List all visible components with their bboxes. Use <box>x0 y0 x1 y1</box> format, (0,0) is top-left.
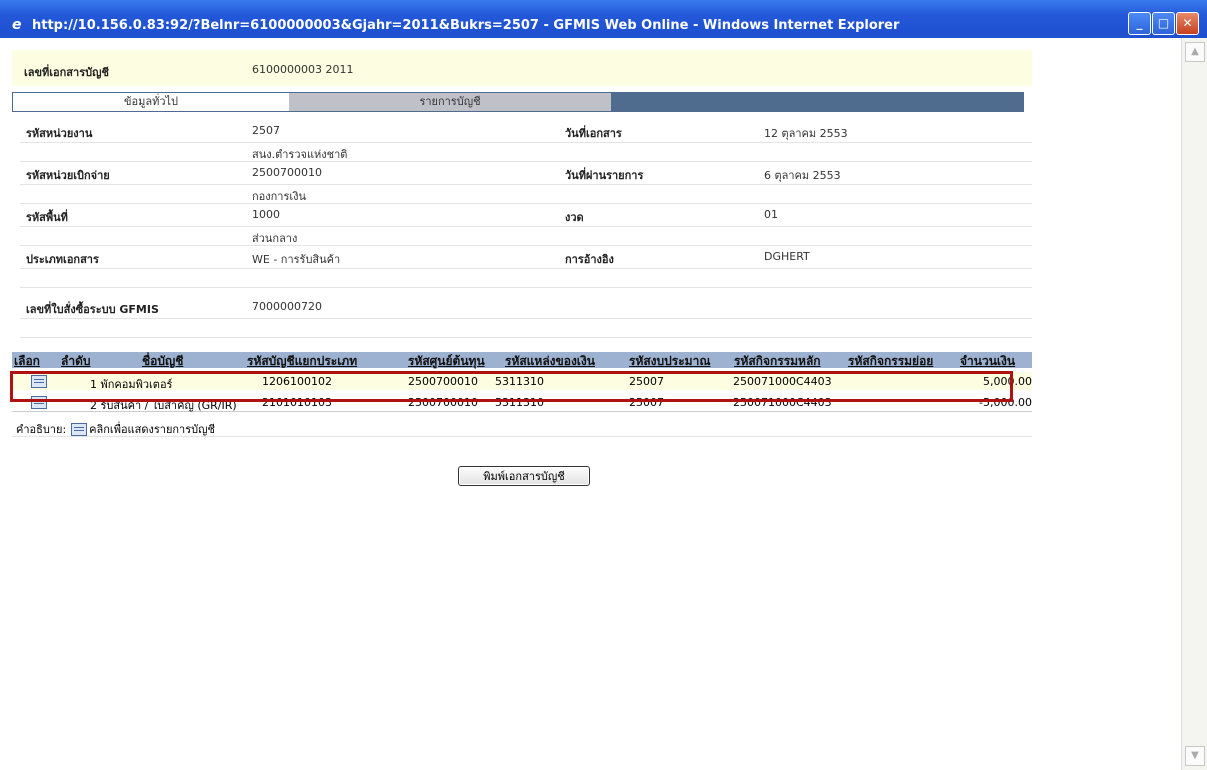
vertical-scrollbar[interactable]: ▲ ▼ <box>1181 38 1207 770</box>
area-code-label: รหัสพื้นที่ <box>26 211 68 224</box>
col-sub-activity[interactable]: รหัสกิจกรรมย่อย <box>848 352 933 371</box>
field-subrow-agency: สนง.ตำรวจแห่งชาติ <box>20 143 1032 162</box>
legend-prefix: คำอธิบาย: <box>16 423 67 436</box>
col-amount[interactable]: จำนวนเงิน <box>960 352 1015 371</box>
disb-unit-label: รหัสหน่วยเบิกจ่าย <box>26 169 110 182</box>
field-subrow-blank <box>20 269 1032 288</box>
field-subrow-area: ส่วนกลาง <box>20 227 1032 246</box>
col-fund[interactable]: รหัสแหล่งของเงิน <box>505 352 595 371</box>
disb-unit-value: 2500700010 <box>252 166 322 179</box>
field-subrow-blank-2 <box>20 319 1032 338</box>
doc-type-label: ประเภทเอกสาร <box>26 253 99 266</box>
doc-date-label: วันที่เอกสาร <box>565 127 622 140</box>
tab-general[interactable]: ข้อมูลทั่วไป <box>13 93 289 111</box>
field-row-disb-unit: รหัสหน่วยเบิกจ่าย 2500700010 วันที่ผ่านร… <box>20 162 1032 185</box>
area-code-value: 1000 <box>252 208 280 221</box>
document-number-row: เลขที่เอกสารบัญชี 6100000003 2011 <box>12 50 1032 86</box>
post-date-value: 6 ตุลาคม 2553 <box>764 169 841 182</box>
document-number-label: เลขที่เอกสารบัญชี <box>24 66 109 79</box>
col-account-name[interactable]: ชื่อบัญชี <box>142 352 183 371</box>
ie-icon: e <box>12 17 22 33</box>
col-cost-center[interactable]: รหัสศูนย์ต้นทุน <box>408 352 485 371</box>
col-seq[interactable]: ลำดับ <box>61 352 91 371</box>
tab-account-items[interactable]: รายการบัญชี <box>289 93 611 111</box>
maximize-button[interactable]: □ <box>1152 12 1175 35</box>
scroll-up-icon[interactable]: ▲ <box>1185 42 1205 62</box>
legend-text: คลิกเพื่อแสดงรายการบัญชี <box>89 423 215 436</box>
divider <box>12 436 1032 437</box>
po-number-label: เลขที่ใบสั่งซื้อระบบ GFMIS <box>26 303 159 316</box>
period-value: 01 <box>764 208 778 221</box>
period-label: งวด <box>565 211 584 224</box>
post-date-label: วันที่ผ่านรายการ <box>565 169 644 182</box>
col-gl-code[interactable]: รหัสบัญชีแยกประเภท <box>247 352 357 371</box>
doc-type-value: WE - การรับสินค้า <box>252 253 341 266</box>
legend-document-icon <box>70 423 87 436</box>
agency-name: สนง.ตำรวจแห่งชาติ <box>252 148 348 161</box>
field-row-doc-type: ประเภทเอกสาร WE - การรับสินค้า การอ้างอิ… <box>20 246 1032 269</box>
reference-label: การอ้างอิง <box>565 253 614 266</box>
col-main-activity[interactable]: รหัสกิจกรรมหลัก <box>734 352 821 371</box>
field-row-agency: รหัสหน่วยงาน 2507 วันที่เอกสาร 12 ตุลาคม… <box>20 120 1032 143</box>
field-row-area: รหัสพื้นที่ 1000 งวด 01 <box>20 204 1032 227</box>
scroll-down-icon[interactable]: ▼ <box>1185 746 1205 766</box>
minimize-button[interactable]: _ <box>1128 12 1151 35</box>
area-name: ส่วนกลาง <box>252 232 298 245</box>
window-titlebar: e http://10.156.0.83:92/?Belnr=610000000… <box>0 0 1207 38</box>
col-budget[interactable]: รหัสงบประมาณ <box>629 352 710 371</box>
print-document-button[interactable]: พิมพ์เอกสารบัญชี <box>458 466 590 486</box>
col-select[interactable]: เลือก <box>14 352 40 371</box>
agency-code-label: รหัสหน่วยงาน <box>26 127 93 140</box>
po-number-value: 7000000720 <box>252 300 322 313</box>
highlight-box <box>10 371 1013 402</box>
tab-bar: ข้อมูลทั่วไป รายการบัญชี <box>12 92 1024 112</box>
reference-value: DGHERT <box>764 250 810 263</box>
window-title: http://10.156.0.83:92/?Belnr=6100000003&… <box>32 18 900 33</box>
field-subrow-disb-unit: กองการเงิน <box>20 185 1032 204</box>
account-grid-header: เลือก ลำดับ ชื่อบัญชี รหัสบัญชีแยกประเภท… <box>12 352 1032 368</box>
doc-date-value: 12 ตุลาคม 2553 <box>764 127 848 140</box>
field-row-po: เลขที่ใบสั่งซื้อระบบ GFMIS 7000000720 <box>20 296 1032 319</box>
agency-code-value: 2507 <box>252 124 280 137</box>
close-button[interactable]: ✕ <box>1176 12 1199 35</box>
document-number-value: 6100000003 2011 <box>252 63 354 76</box>
disb-unit-name: กองการเงิน <box>252 190 307 203</box>
